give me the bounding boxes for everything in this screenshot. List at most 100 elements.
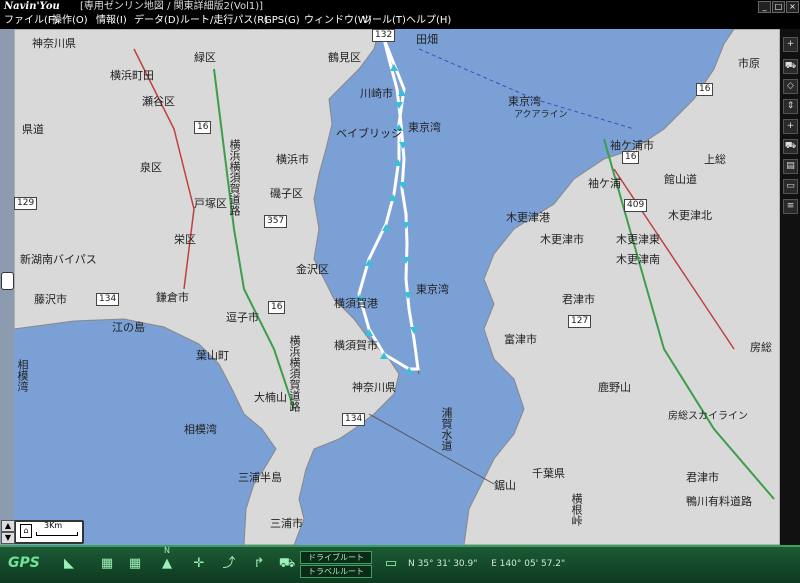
label-tokyo-bay-mid: 東京湾: [416, 283, 449, 296]
settings-icon[interactable]: ≡: [783, 199, 798, 214]
label-chiba-pref: 千葉県: [532, 467, 565, 480]
route-sign-357: 357: [264, 215, 288, 228]
minimize-button[interactable]: _: [758, 1, 771, 13]
menu-file[interactable]: ファイル(F): [4, 13, 58, 28]
label-kanazawa: 金沢区: [296, 263, 329, 276]
menu-tools[interactable]: ツール(T): [362, 13, 406, 28]
center-icon[interactable]: ✛: [188, 553, 210, 575]
label-tokyo-bay-top: 東京湾: [408, 121, 441, 134]
monitor-icon[interactable]: ▭: [380, 553, 402, 575]
label-ken-road: 県道: [22, 123, 44, 136]
menu-help[interactable]: ヘルプ(H): [406, 13, 451, 28]
aqualine-line: [418, 48, 535, 100]
label-tsurumi: 鶴見区: [328, 51, 361, 64]
window-title: [専用ゼンリン地図 / 関東詳細版2(Vol1)]: [80, 1, 264, 12]
north-up-icon[interactable]: ▲: [156, 553, 178, 575]
label-kanozan: 鹿野山: [598, 381, 631, 394]
scale-icon: ⌂: [20, 524, 32, 538]
vehicle-icon[interactable]: ⛟: [276, 553, 298, 575]
turn-icon[interactable]: ↱: [248, 553, 270, 575]
car-icon[interactable]: ⛟: [783, 59, 798, 74]
car-icon-2[interactable]: ⛟: [783, 139, 798, 154]
label-yokohama: 横浜市: [276, 153, 309, 166]
ferry-line: [368, 413, 495, 485]
route-icon[interactable]: ⤴: [218, 553, 240, 575]
menu-data[interactable]: データ(D): [134, 13, 180, 28]
left-slider-handle[interactable]: [1, 272, 14, 290]
label-yokohama-yokosuka-road: 横浜横須賀道路: [228, 139, 241, 216]
gps-label: GPS: [8, 555, 40, 571]
label-tateyama-road: 館山道: [664, 173, 697, 186]
compass-icon[interactable]: ◇: [783, 79, 798, 94]
title-bar: Navin'You [専用ゼンリン地図 / 関東詳細版2(Vol1)] _ □ …: [0, 0, 800, 13]
drive-route-button[interactable]: ドライブルート: [300, 551, 372, 564]
menu-operation[interactable]: 操作(O): [52, 13, 88, 28]
label-ogusu: 大楠山: [254, 391, 287, 404]
latitude-readout: N 35° 31' 30.9": [408, 559, 478, 569]
label-kanagawa-pref: 神奈川県: [352, 381, 396, 394]
label-hayama: 葉山町: [196, 349, 229, 362]
label-enoshima: 江の島: [112, 321, 145, 334]
label-kamogawa-road: 鴨川有料道路: [686, 495, 752, 508]
label-tabata: 田畑: [416, 33, 438, 46]
label-kimitsu: 君津市: [562, 293, 595, 306]
zoom-out-button[interactable]: ▼: [1, 532, 15, 544]
label-ichihara: 市原: [738, 57, 760, 70]
land-kanagawa: [14, 29, 400, 545]
label-kazusa: 上総: [704, 153, 726, 166]
route-sign-409: 409: [624, 199, 648, 212]
label-tsuzuki: 緑区: [194, 51, 216, 64]
label-totsuka: 戸塚区: [194, 197, 227, 210]
maximize-button[interactable]: □: [772, 1, 785, 13]
menu-gps[interactable]: GPS(G): [264, 13, 300, 28]
menu-info[interactable]: 情報(I): [96, 13, 127, 28]
travel-route-button[interactable]: トラベルルート: [300, 565, 372, 578]
route-sign-134b: 134: [342, 413, 366, 426]
label-nokogiriyama: 鋸山: [494, 479, 516, 492]
map-canvas[interactable]: [14, 29, 780, 545]
label-kisarazu-port: 木更津港: [506, 211, 550, 224]
status-bar: GPS ◣ ▦ ▦ ▲ N ✛ ⤴ ↱ ⛟ ドライブルート トラベルルート ▭ …: [0, 545, 800, 583]
zoom-in-button[interactable]: ▲: [1, 520, 15, 532]
longitude-readout: E 140° 05' 57.2": [491, 559, 566, 569]
layer-icon[interactable]: ▤: [783, 159, 798, 174]
right-toolbar: + ⛟ ◇ ⇕ + ⛟ ▤ ▭ ≡: [780, 29, 800, 545]
label-kawasaki: 川崎市: [360, 87, 393, 100]
scale-label: 3Km: [44, 521, 63, 530]
route-sign-127: 127: [568, 315, 592, 328]
left-scroll-bar[interactable]: [0, 29, 14, 545]
map-view[interactable]: 神奈川県 横浜町田 瀬谷区 緑区 横浜市 泉区 戸塚区 栄区 新湖南バイパス 藤…: [14, 29, 780, 545]
satellite-icon[interactable]: ◣: [58, 553, 80, 575]
label-kimitsu-city: 君津市: [686, 471, 719, 484]
travel-route-label: トラベルルート: [308, 567, 364, 576]
label-shonan-bypass: 新湖南バイパス: [20, 253, 97, 266]
close-button[interactable]: ×: [786, 1, 799, 13]
label-sodegaura: 袖ケ浦: [588, 177, 621, 190]
label-uraga-channel: 浦賀水道: [440, 407, 453, 451]
drive-route-label: ドライブルート: [308, 553, 364, 562]
label-kisarazu-east: 木更津東: [616, 233, 660, 246]
label-kisarazu-north: 木更津北: [668, 209, 712, 222]
route-sign-16d: 16: [268, 301, 286, 314]
label-aqualine: アクアライン: [514, 110, 568, 120]
label-futtsu: 富津市: [504, 333, 537, 346]
label-boso: 房総: [750, 341, 772, 354]
route-sign-132: 132: [372, 29, 396, 42]
label-yokosuka-port: 横須賀港: [334, 297, 378, 310]
scale-widget: ⌂ 3Km: [14, 520, 84, 544]
menu-route[interactable]: ルート/走行パス(R): [180, 13, 268, 28]
app-logo: Navin'You: [4, 1, 60, 12]
label-kisarazu-city: 木更津市: [540, 233, 584, 246]
layer-mode-icon[interactable]: ▦: [124, 553, 146, 575]
label-kisarazu-south: 木更津南: [616, 253, 660, 266]
route-sign-16b: 16: [696, 83, 714, 96]
crosshair-icon[interactable]: +: [783, 119, 798, 134]
label-yokosuka-city: 横須賀市: [334, 339, 378, 352]
screen-icon[interactable]: ▭: [783, 179, 798, 194]
map-mode-icon[interactable]: ▦: [96, 553, 118, 575]
label-zushi: 逗子市: [226, 311, 259, 324]
label-sagami-bay: 相模湾: [16, 359, 29, 392]
zoom-plus-icon[interactable]: +: [783, 37, 798, 52]
label-sagami-bay2: 相模湾: [184, 423, 217, 436]
arrow-icon[interactable]: ⇕: [783, 99, 798, 114]
